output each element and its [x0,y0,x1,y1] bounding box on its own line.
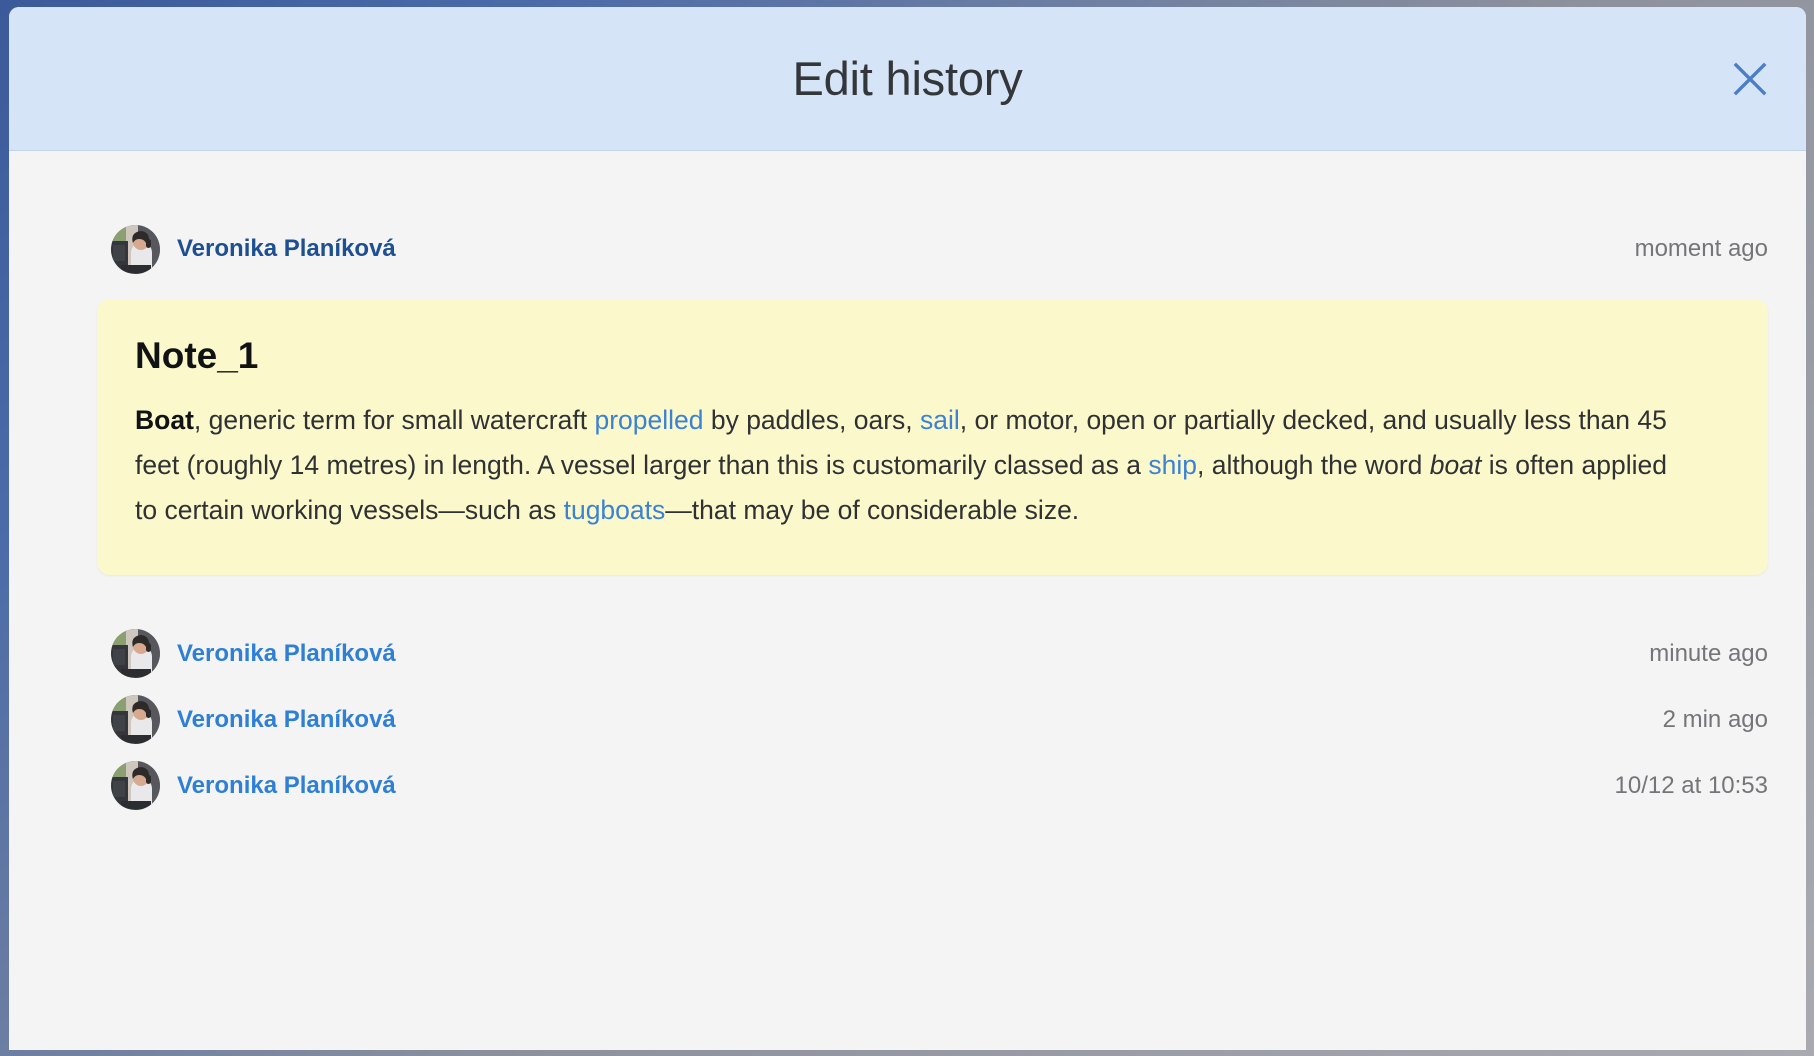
note-italic-boat: boat [1429,449,1482,480]
avatar [111,761,160,811]
note-title: Note_1 [135,335,259,376]
note-lead-term: Boat [135,404,194,435]
list-item[interactable]: Veronika Planíková 10/12 at 10:53 [9,753,1806,819]
note-segment-6: —that may be of considerable size. [665,494,1080,525]
list-item[interactable]: Veronika Planíková minute ago [9,621,1806,687]
author-block[interactable]: Veronika Planíková [111,629,396,679]
author-name: Veronika Planíková [177,705,396,733]
note-link-propelled[interactable]: propelled [594,405,703,435]
note-segment-2: by paddles, oars, [703,404,921,435]
page-title: Edit history [792,52,1023,105]
close-icon [1733,62,1767,96]
avatar [111,695,160,745]
author-name: Veronika Planíková [177,771,396,799]
edit-history-modal: Edit history Veronika Planíková moment a… [9,7,1806,1050]
author-block[interactable]: Veronika Planíková [111,695,396,745]
entry-timestamp: moment ago [1634,235,1768,262]
note-body-text: Boat, generic term for small watercraft … [135,398,1695,533]
avatar [111,224,160,274]
list-item[interactable]: Veronika Planíková 2 min ago [9,687,1806,753]
note-segment-1: , generic term for small watercraft [193,404,595,435]
close-button[interactable] [1722,51,1778,107]
history-list: Veronika Planíková minute ago Veronika P… [9,621,1806,819]
modal-body: Veronika Planíková moment ago Note_1 Boa… [9,151,1806,1050]
author-block[interactable]: Veronika Planíková [111,224,396,274]
note-link-ship[interactable]: ship [1148,450,1197,480]
avatar [111,629,160,679]
author-name: Veronika Planíková [177,639,396,667]
note-card: Note_1 Boat, generic term for small wate… [97,299,1768,575]
note-link-sail[interactable]: sail [920,405,960,435]
entry-timestamp: 2 min ago [1662,705,1768,733]
entry-timestamp: minute ago [1649,639,1768,667]
entry-timestamp: 10/12 at 10:53 [1614,771,1768,799]
modal-header: Edit history [9,7,1806,151]
note-link-tugboats[interactable]: tugboats [564,495,666,525]
author-name: Veronika Planíková [177,235,396,262]
note-segment-4: , although the word [1197,449,1430,480]
author-block[interactable]: Veronika Planíková [111,761,396,811]
current-entry-header: Veronika Planíková moment ago [9,211,1806,287]
